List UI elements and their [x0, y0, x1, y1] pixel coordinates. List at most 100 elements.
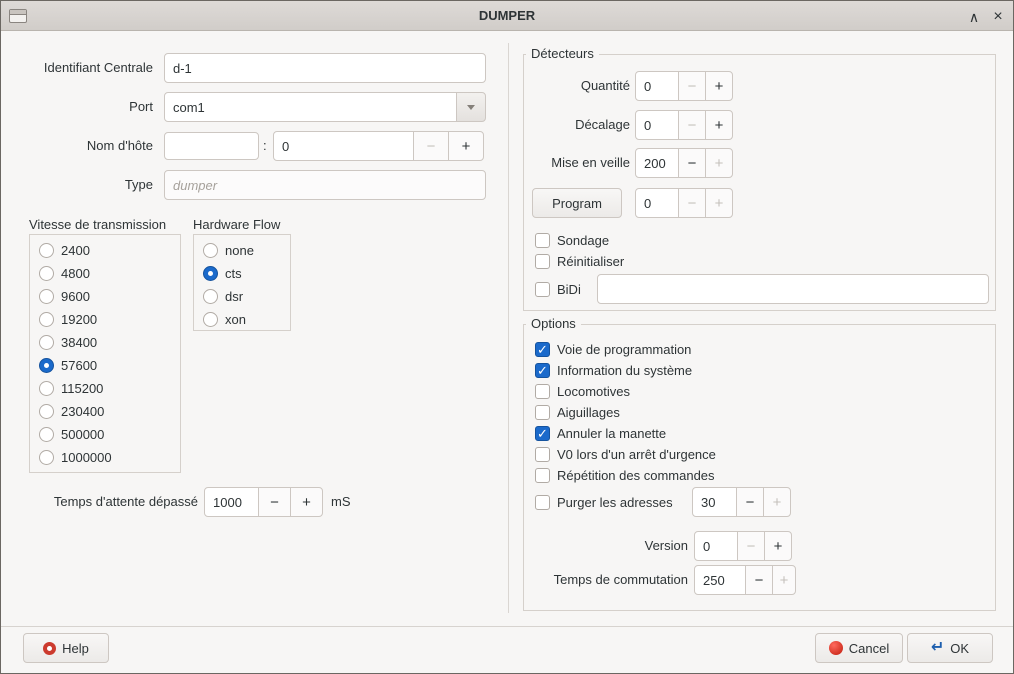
quantity-value[interactable]: 0	[635, 71, 679, 101]
offset-decrement-button[interactable]: −	[678, 110, 706, 140]
column-separator	[508, 43, 509, 613]
radio-baud-2400[interactable]: 2400	[39, 239, 180, 262]
timeout-spinner: 1000 − +	[204, 487, 323, 517]
checkbox-locomotives[interactable]: Locomotives	[535, 381, 630, 401]
baud-group-title: Vitesse de transmission	[29, 217, 166, 232]
host-port-increment-button[interactable]: +	[448, 131, 484, 161]
checkbox-aiguillages[interactable]: Aiguillages	[535, 402, 620, 422]
sleep-decrement-button[interactable]: −	[678, 148, 706, 178]
checkbox-repetition-commandes[interactable]: Répétition des commandes	[535, 465, 715, 485]
radio-baud-57600[interactable]: 57600	[39, 354, 180, 377]
sleep-label: Mise en veille	[524, 148, 630, 178]
quantity-spinner: 0 − +	[635, 71, 733, 101]
checkbox-label: Information du système	[557, 363, 692, 378]
program-value[interactable]: 0	[635, 188, 679, 218]
timeout-increment-button[interactable]: +	[290, 487, 323, 517]
sleep-value[interactable]: 200	[635, 148, 679, 178]
radio-baud-4800[interactable]: 4800	[39, 262, 180, 285]
purge-decrement-button[interactable]: −	[736, 487, 764, 517]
purge-spinner: 30 − +	[692, 487, 791, 517]
offset-value[interactable]: 0	[635, 110, 679, 140]
radio-flow-dsr[interactable]: dsr	[203, 285, 290, 308]
quantity-increment-button[interactable]: +	[705, 71, 733, 101]
close-button[interactable]: ×	[985, 1, 1011, 31]
program-decrement-button[interactable]: −	[678, 188, 706, 218]
checkbox-label: Sondage	[557, 233, 609, 248]
cancel-icon	[829, 641, 843, 655]
host-port-decrement-button[interactable]: −	[413, 131, 449, 161]
radio-baud-230400[interactable]: 230400	[39, 400, 180, 423]
radio-label: 500000	[61, 427, 104, 442]
host-port-spinner: 0 − +	[273, 131, 484, 161]
checkbox-label: BiDi	[557, 282, 581, 297]
port-label: Port	[13, 92, 153, 122]
central-id-input[interactable]	[164, 53, 486, 83]
version-increment-button[interactable]: +	[764, 531, 792, 561]
checkbox-label: Aiguillages	[557, 405, 620, 420]
checkbox-bidi[interactable]: BiDi	[535, 279, 581, 299]
port-dropdown-button[interactable]	[456, 92, 486, 122]
radio-icon	[39, 450, 54, 465]
flow-group-title: Hardware Flow	[193, 217, 280, 232]
flow-group: none cts dsr xon	[193, 234, 291, 331]
radio-flow-cts[interactable]: cts	[203, 262, 290, 285]
radio-baud-115200[interactable]: 115200	[39, 377, 180, 400]
port-combobox[interactable]: com1	[164, 92, 486, 122]
central-id-label: Identifiant Centrale	[13, 53, 153, 83]
checkbox-purger-adresses[interactable]: Purger les adresses	[535, 492, 673, 512]
offset-increment-button[interactable]: +	[705, 110, 733, 140]
ok-icon: ↵	[931, 640, 944, 656]
cancel-button[interactable]: Cancel	[815, 633, 903, 663]
radio-baud-9600[interactable]: 9600	[39, 285, 180, 308]
radio-baud-38400[interactable]: 38400	[39, 331, 180, 354]
titlebar[interactable]: DUMPER ∧ ×	[1, 1, 1013, 31]
help-button[interactable]: Help	[23, 633, 109, 663]
footer-separator	[1, 626, 1013, 627]
radio-flow-xon[interactable]: xon	[203, 308, 290, 331]
host-port-value[interactable]: 0	[273, 131, 414, 161]
version-label: Version	[524, 531, 688, 561]
checkbox-information-systeme[interactable]: Information du système	[535, 360, 692, 380]
radio-label: 4800	[61, 266, 90, 281]
host-input[interactable]	[164, 132, 259, 160]
shade-button[interactable]: ∧	[961, 1, 987, 31]
switch-time-value[interactable]: 250	[694, 565, 746, 595]
timeout-decrement-button[interactable]: −	[258, 487, 291, 517]
version-decrement-button[interactable]: −	[737, 531, 765, 561]
radio-baud-500000[interactable]: 500000	[39, 423, 180, 446]
radio-label: 57600	[61, 358, 97, 373]
radio-flow-none[interactable]: none	[203, 239, 290, 262]
checkbox-label: Réinitialiser	[557, 254, 624, 269]
checkbox-annuler-manette[interactable]: Annuler la manette	[535, 423, 666, 443]
program-spinner: 0 − +	[635, 188, 733, 218]
radio-icon	[203, 243, 218, 258]
purge-value[interactable]: 30	[692, 487, 737, 517]
checkbox-reinitialiser[interactable]: Réinitialiser	[535, 251, 624, 271]
checkbox-icon	[535, 363, 550, 378]
checkbox-label: Annuler la manette	[557, 426, 666, 441]
purge-increment-button[interactable]: +	[763, 487, 791, 517]
radio-label: 9600	[61, 289, 90, 304]
type-input[interactable]	[164, 170, 486, 200]
timeout-value[interactable]: 1000	[204, 487, 259, 517]
switch-time-decrement-button[interactable]: −	[745, 565, 773, 595]
radio-icon	[39, 358, 54, 373]
radio-icon	[39, 266, 54, 281]
options-frame: Options Voie de programmation Informatio…	[523, 324, 996, 611]
program-button[interactable]: Program	[532, 188, 622, 218]
checkbox-voie-programmation[interactable]: Voie de programmation	[535, 339, 691, 359]
host-label: Nom d'hôte	[13, 131, 153, 161]
bidi-input[interactable]	[597, 274, 989, 304]
checkbox-v0-arret-urgence[interactable]: V0 lors d'un arrêt d'urgence	[535, 444, 716, 464]
checkbox-sondage[interactable]: Sondage	[535, 230, 609, 250]
port-value[interactable]: com1	[164, 92, 457, 122]
quantity-decrement-button[interactable]: −	[678, 71, 706, 101]
sleep-spinner: 200 − +	[635, 148, 733, 178]
ok-button[interactable]: ↵ OK	[907, 633, 993, 663]
switch-time-increment-button[interactable]: +	[772, 565, 796, 595]
version-value[interactable]: 0	[694, 531, 738, 561]
program-increment-button[interactable]: +	[705, 188, 733, 218]
radio-baud-1000000[interactable]: 1000000	[39, 446, 180, 469]
radio-baud-19200[interactable]: 19200	[39, 308, 180, 331]
sleep-increment-button[interactable]: +	[705, 148, 733, 178]
